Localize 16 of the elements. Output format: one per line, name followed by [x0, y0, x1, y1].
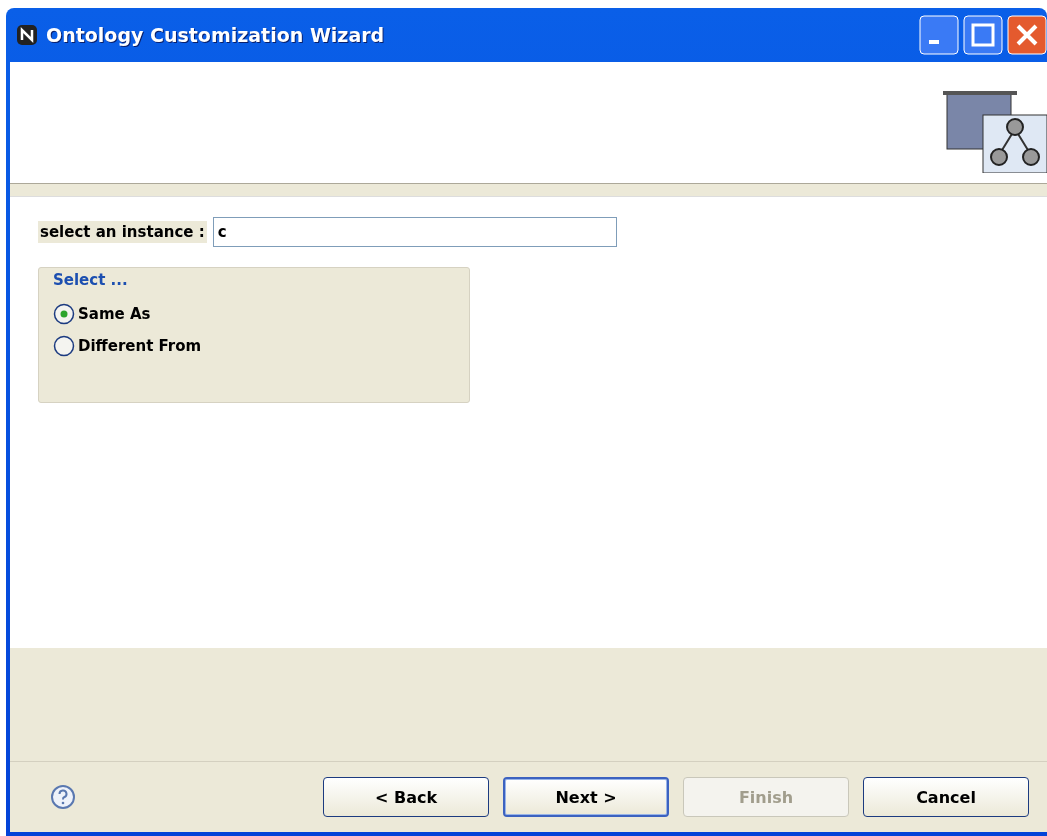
radio-option[interactable]: Different From: [53, 335, 202, 357]
radio-icon[interactable]: [53, 303, 75, 325]
maximize-button[interactable]: [963, 15, 1003, 55]
instance-field[interactable]: c: [212, 217, 617, 247]
app-logo-icon: [16, 24, 38, 46]
minimize-button[interactable]: [919, 15, 959, 55]
close-button[interactable]: [1007, 15, 1047, 55]
wizard-button[interactable]: Next >: [503, 777, 669, 817]
group-title: Select ...: [53, 271, 128, 289]
help-icon[interactable]: [50, 784, 76, 810]
wizard-button[interactable]: < Back: [323, 777, 489, 817]
radio-option[interactable]: Same As: [53, 303, 151, 325]
radio-icon[interactable]: [53, 335, 75, 357]
window-title: Ontology Customization Wizard: [46, 24, 385, 46]
wizard-button[interactable]: Cancel: [863, 777, 1029, 817]
instance-label: select an instance :: [38, 221, 207, 243]
